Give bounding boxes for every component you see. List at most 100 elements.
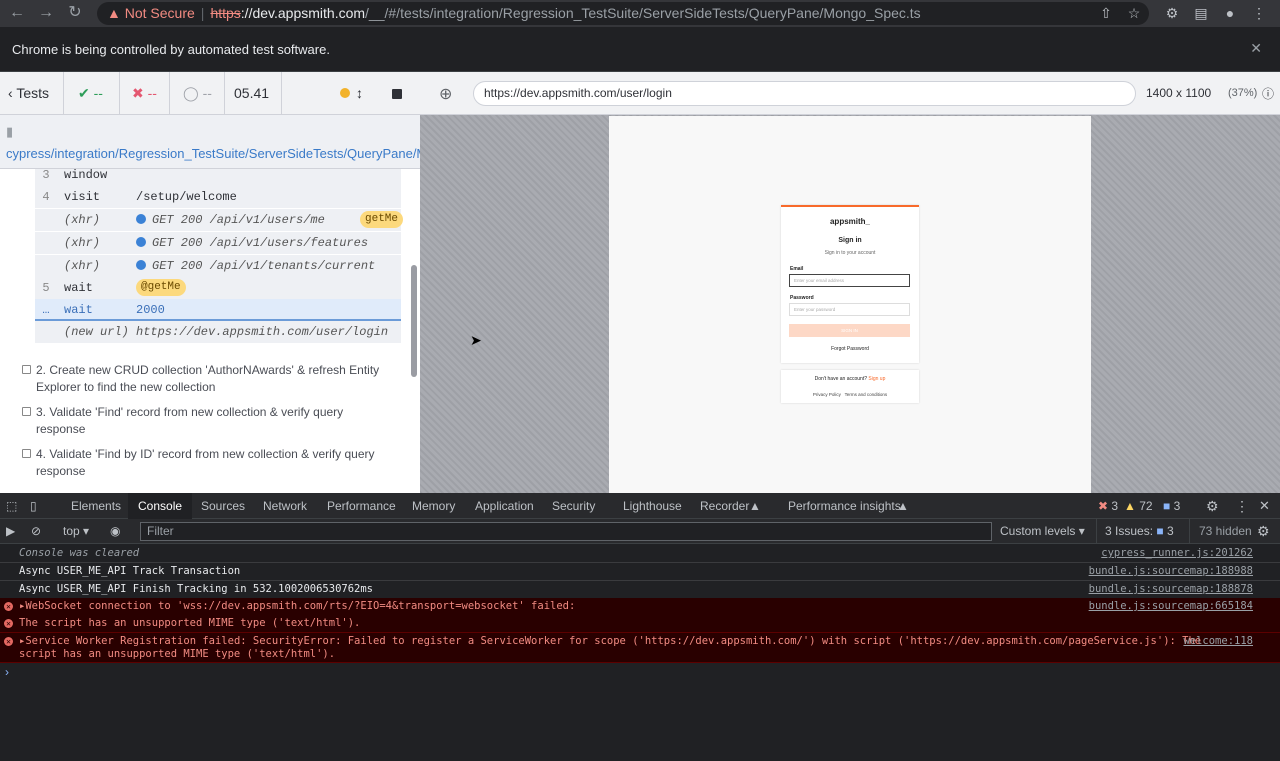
address-bar[interactable]: ▲ Not Secure | https://dev.appsmith.com/__… xyxy=(97,2,1149,25)
test-item[interactable]: 4. Validate 'Find by ID' record from new… xyxy=(22,446,392,480)
bookmark-star-icon[interactable]: ☆ xyxy=(1125,4,1143,22)
console-error-line: ✕ The script has an unsupported MIME typ… xyxy=(0,615,1280,633)
command-row[interactable]: (xhr) GET 200 /api/v1/tenants/current xyxy=(35,255,401,277)
url-host: ://dev.appsmith.com xyxy=(240,5,366,21)
tab-performance[interactable]: Performance xyxy=(327,493,396,519)
console-settings-icon[interactable]: ⚙ xyxy=(1257,519,1270,544)
stop-button[interactable] xyxy=(380,72,420,115)
forward-icon[interactable]: → xyxy=(37,4,55,22)
source-link[interactable]: cypress_runner.js:201262 xyxy=(1101,545,1253,562)
privacy-link[interactable]: Privacy Policy xyxy=(813,392,841,397)
command-row[interactable]: 3 window xyxy=(35,169,401,186)
signin-button[interactable]: SIGN IN xyxy=(789,324,910,337)
scrollbar[interactable] xyxy=(411,265,417,377)
aut-url[interactable]: https://dev.appsmith.com/user/login xyxy=(473,81,1136,106)
forgot-password-link[interactable]: Forgot Password xyxy=(781,346,919,352)
source-link[interactable]: bundle.js:sourcemap:188878 xyxy=(1089,581,1253,598)
test-item[interactable]: 3. Validate 'Find' record from new colle… xyxy=(22,404,392,438)
chevron-left-icon: ‹ xyxy=(8,85,13,101)
terms-link[interactable]: Terms and conditions xyxy=(845,392,888,397)
flask-icon: ▲ xyxy=(749,499,761,513)
clear-console-icon[interactable]: ⊘ xyxy=(31,519,41,544)
eye-icon[interactable]: ◉ xyxy=(110,519,120,544)
tab-elements[interactable]: Elements xyxy=(71,493,121,519)
issues-button[interactable]: 3 Issues: ■ 3 xyxy=(1096,519,1174,544)
settings-icon[interactable]: ⚙ xyxy=(1206,493,1219,519)
context-value: top xyxy=(63,524,80,538)
console-prompt-icon[interactable]: › xyxy=(5,665,9,679)
check-icon: ✔ xyxy=(78,85,90,101)
warning-counter[interactable]: ▲ 72 xyxy=(1124,493,1153,519)
side-panel-icon[interactable]: ▤ xyxy=(1192,4,1210,22)
xhr-dot-icon xyxy=(136,260,146,270)
tab-network[interactable]: Network xyxy=(263,493,307,519)
command-row[interactable]: 4 visit /setup/welcome xyxy=(35,186,401,208)
info-icon[interactable]: ⓘ xyxy=(1262,85,1274,102)
tab-memory[interactable]: Memory xyxy=(412,493,455,519)
command-row[interactable]: (xhr) GET 200 /api/v1/users/features xyxy=(35,232,401,254)
source-link[interactable]: bundle.js:sourcemap:188988 xyxy=(1089,563,1253,580)
tab-application[interactable]: Application xyxy=(475,493,534,519)
address-separator: | xyxy=(200,5,205,21)
reload-icon[interactable]: ↻ xyxy=(66,4,84,22)
spec-path[interactable]: ▮ cypress/integration/Regression_TestSui… xyxy=(0,115,507,169)
email-field[interactable]: Enter your email address xyxy=(789,274,910,287)
circle-icon: ◯ xyxy=(183,85,199,101)
tests-back-button[interactable]: ‹ Tests xyxy=(0,72,64,115)
inspect-icon[interactable]: ⬚ xyxy=(6,493,17,519)
xhr-dot-icon xyxy=(136,214,146,224)
back-icon[interactable]: ← xyxy=(8,4,26,22)
share-icon[interactable]: ⇧ xyxy=(1097,4,1115,22)
extensions-icon[interactable]: ⚙ xyxy=(1163,4,1181,22)
message-counter[interactable]: ■ 3 xyxy=(1163,493,1180,519)
console-error-line[interactable]: ✕ ▸WebSocket connection to 'wss://dev.ap… xyxy=(0,598,1280,616)
resize-icon[interactable]: ↕ xyxy=(356,72,363,115)
password-field[interactable]: Enter your password xyxy=(789,303,910,316)
tab-recorder[interactable]: Recorder xyxy=(700,493,749,519)
close-icon[interactable]: ✕ xyxy=(1250,40,1262,57)
test-title: 4. Validate 'Find by ID' record from new… xyxy=(36,447,375,478)
tab-console[interactable]: Console xyxy=(128,493,193,519)
context-select[interactable]: top ▾ xyxy=(63,519,89,544)
command-message: GET 200 /api/v1/users/features xyxy=(152,236,369,250)
source-link[interactable]: bundle.js:sourcemap:665184 xyxy=(1089,598,1253,615)
infobar-text: Chrome is being controlled by automated … xyxy=(12,42,330,57)
issues-label: 3 Issues: xyxy=(1105,524,1154,538)
console-message-continued: script has an unsupported MIME type ('te… xyxy=(19,648,336,660)
close-icon[interactable]: ✕ xyxy=(1259,493,1270,519)
warning-icon: ▲ xyxy=(107,5,121,21)
file-icon: ▮ xyxy=(6,124,14,139)
console-error-line[interactable]: ✕ ▸Service Worker Registration failed: S… xyxy=(0,633,1280,663)
tab-security[interactable]: Security xyxy=(552,493,595,519)
selector-playground-icon[interactable]: ⊕ xyxy=(439,84,452,104)
filter-input[interactable]: Filter xyxy=(140,522,992,541)
signup-link[interactable]: Sign up xyxy=(868,376,885,382)
command-name: wait xyxy=(64,303,93,317)
failed-count: -- xyxy=(147,85,157,101)
command-row[interactable]: (new url) https://dev.appsmith.com/user/… xyxy=(35,321,401,343)
log-levels-select[interactable]: Custom levels ▾ xyxy=(1000,519,1085,544)
error-counter[interactable]: ✖ 3 xyxy=(1098,493,1118,519)
error-icon: ✕ xyxy=(4,637,13,646)
tab-sources[interactable]: Sources xyxy=(201,493,245,519)
password-label: Password xyxy=(790,295,814,301)
command-row[interactable]: (xhr) GET 200 /api/v1/users/me getMe xyxy=(35,209,404,231)
device-toolbar-icon[interactable]: ▯ xyxy=(30,493,37,519)
command-row[interactable]: 5 wait @getMe xyxy=(35,277,401,299)
not-secure-label: Not Secure xyxy=(124,5,195,21)
console-message: Service Worker Registration failed: Secu… xyxy=(25,635,1202,647)
more-icon[interactable]: ⋮ xyxy=(1235,493,1249,519)
menu-icon[interactable]: ⋮ xyxy=(1250,4,1268,22)
signin-title: Sign in xyxy=(838,237,862,244)
sidebar-toggle-icon[interactable]: ▶ xyxy=(6,519,15,544)
automation-infobar: Chrome is being controlled by automated … xyxy=(0,27,1280,72)
tab-performance-insights[interactable]: Performance insights xyxy=(788,493,901,519)
no-account-text: Don't have an account? xyxy=(814,376,868,382)
test-item[interactable]: 2. Create new CRUD collection 'AuthorNAw… xyxy=(22,362,392,396)
command-name: (new url) xyxy=(64,325,129,339)
command-row-active[interactable]: … wait 2000 xyxy=(35,299,401,321)
tab-lighthouse[interactable]: Lighthouse xyxy=(623,493,682,519)
source-link[interactable]: welcome:118 xyxy=(1183,635,1253,648)
aut-toolbar: ⊕ https://dev.appsmith.com/user/login 14… xyxy=(420,72,1280,115)
profile-icon[interactable]: ● xyxy=(1221,4,1239,22)
